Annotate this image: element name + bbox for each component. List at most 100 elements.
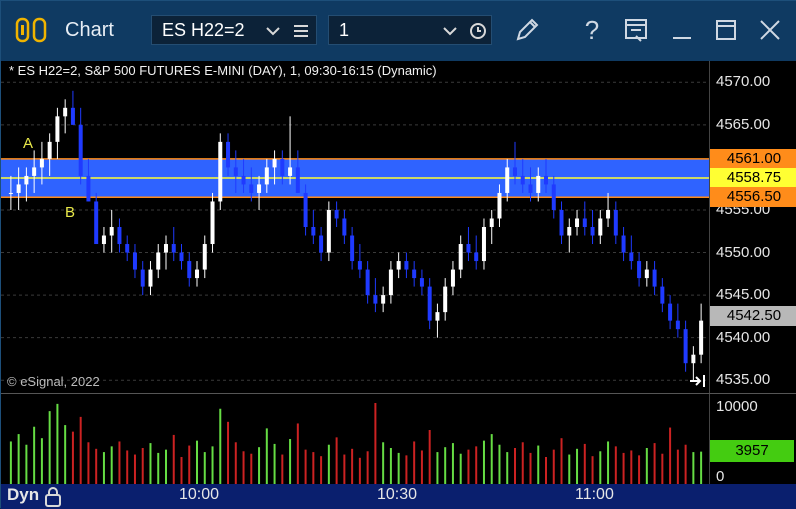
candle-body bbox=[404, 261, 409, 270]
candle-body bbox=[109, 227, 114, 236]
candle-body bbox=[637, 261, 642, 279]
symbol-value: ES H22=2 bbox=[162, 20, 245, 40]
candle-body bbox=[140, 269, 145, 287]
marker-label-b: B bbox=[65, 204, 76, 221]
price-chart-pane[interactable]: * ES H22=2, S&P 500 FUTURES E-MINI (DAY)… bbox=[1, 61, 709, 393]
price-level-badge: 4558.75 bbox=[710, 168, 796, 189]
candle-body bbox=[520, 175, 525, 185]
candle-body bbox=[226, 141, 231, 168]
candle-body bbox=[195, 269, 200, 279]
price-tick: 4570.00 bbox=[716, 73, 771, 91]
price-level-badge: 4561.00 bbox=[710, 148, 796, 169]
candle-body bbox=[47, 141, 52, 159]
candle-body bbox=[86, 175, 91, 202]
candle-body bbox=[497, 192, 502, 219]
marker-label-a: A bbox=[23, 135, 34, 152]
interval-value: 1 bbox=[339, 20, 350, 40]
candle-body bbox=[365, 269, 370, 296]
candle-body bbox=[32, 167, 37, 176]
candle-body bbox=[117, 227, 122, 245]
candle-body bbox=[450, 269, 455, 287]
volume-last-badge: 3957 bbox=[710, 440, 794, 462]
candle-body bbox=[575, 218, 580, 227]
candle-body bbox=[528, 184, 533, 193]
time-tick-1000: 10:00 bbox=[179, 486, 220, 503]
layout-icon[interactable] bbox=[621, 16, 651, 44]
chart-window: Chart ES H22=2 1 ? * ES H22=2, S&P 500 F… bbox=[0, 0, 796, 509]
price-scale[interactable]: 4570.004565.004560.004555.004550.004545.… bbox=[709, 61, 796, 393]
price-tick: 4550.00 bbox=[716, 243, 771, 261]
volume-chart[interactable] bbox=[1, 394, 709, 484]
candle-body bbox=[24, 175, 29, 185]
candle-body bbox=[311, 227, 316, 236]
time-tick-1030: 10:30 bbox=[377, 486, 418, 503]
candle-body bbox=[613, 209, 618, 236]
dynamic-mode-label[interactable]: Dyn bbox=[7, 485, 39, 505]
candle-body bbox=[481, 227, 486, 262]
volume-tick-max: 10000 bbox=[716, 398, 758, 415]
candle-body bbox=[295, 167, 300, 193]
price-chart[interactable] bbox=[1, 61, 709, 393]
candle-body bbox=[652, 269, 657, 287]
help-icon[interactable]: ? bbox=[579, 15, 605, 45]
candle-body bbox=[55, 116, 60, 142]
app-logo-icon bbox=[15, 17, 49, 43]
candle-body bbox=[179, 252, 184, 262]
chevron-down-icon[interactable] bbox=[264, 22, 282, 40]
candle-body bbox=[210, 201, 215, 245]
candle-body bbox=[474, 252, 479, 262]
price-level-badge: 4542.50 bbox=[710, 306, 796, 327]
candle-body bbox=[326, 209, 331, 253]
candle-body bbox=[373, 295, 378, 304]
candle-body bbox=[559, 209, 564, 236]
candle-body bbox=[668, 303, 673, 321]
candle-body bbox=[272, 158, 277, 168]
candle-body bbox=[606, 209, 611, 219]
candle-body bbox=[396, 261, 401, 270]
candle-body bbox=[675, 320, 680, 330]
chevron-down-icon[interactable] bbox=[441, 22, 459, 40]
pencil-icon[interactable] bbox=[511, 16, 543, 44]
candle-body bbox=[218, 141, 223, 202]
candle-body bbox=[8, 192, 13, 194]
candle-body bbox=[621, 235, 626, 253]
volume-pane[interactable] bbox=[1, 394, 709, 484]
candle-body bbox=[598, 218, 603, 236]
candle-body bbox=[505, 167, 510, 193]
volume-scale[interactable]: 10000 3957 0 bbox=[709, 394, 796, 485]
candle-body bbox=[156, 252, 161, 270]
candle-body bbox=[357, 261, 362, 270]
time-axis[interactable]: Dyn 10:00 10:30 11:00 bbox=[1, 484, 796, 509]
time-tick-1100: 11:00 bbox=[575, 486, 614, 503]
candle-body bbox=[241, 175, 246, 185]
menu-icon[interactable] bbox=[292, 22, 310, 40]
candle-body bbox=[163, 244, 168, 253]
candle-body bbox=[288, 167, 293, 176]
scroll-to-end-icon[interactable] bbox=[689, 373, 707, 389]
price-tick: 4565.00 bbox=[716, 115, 771, 133]
candle-body bbox=[443, 286, 448, 313]
symbol-combo[interactable]: ES H22=2 bbox=[151, 15, 317, 45]
candle-body bbox=[264, 167, 269, 185]
clock-icon[interactable] bbox=[469, 22, 487, 40]
candle-body bbox=[582, 218, 587, 227]
candle-body bbox=[101, 235, 106, 245]
candle-body bbox=[660, 286, 665, 304]
candle-body bbox=[544, 175, 549, 185]
candle-body bbox=[412, 269, 417, 279]
candle-body bbox=[427, 286, 432, 321]
interval-combo[interactable]: 1 bbox=[328, 15, 492, 45]
candle-body bbox=[536, 175, 541, 193]
lock-icon[interactable] bbox=[43, 486, 63, 508]
maximize-icon[interactable] bbox=[711, 16, 741, 44]
candle-body bbox=[629, 252, 634, 262]
candle-body bbox=[148, 269, 153, 287]
candle-body bbox=[303, 192, 308, 227]
candle-body bbox=[70, 107, 75, 125]
copyright-text: © eSignal, 2022 bbox=[7, 374, 100, 389]
price-tick: 4545.00 bbox=[716, 286, 771, 304]
close-icon[interactable] bbox=[755, 16, 785, 44]
minimize-icon[interactable] bbox=[667, 16, 697, 44]
candle-body bbox=[125, 244, 130, 253]
candle-body bbox=[63, 107, 68, 117]
